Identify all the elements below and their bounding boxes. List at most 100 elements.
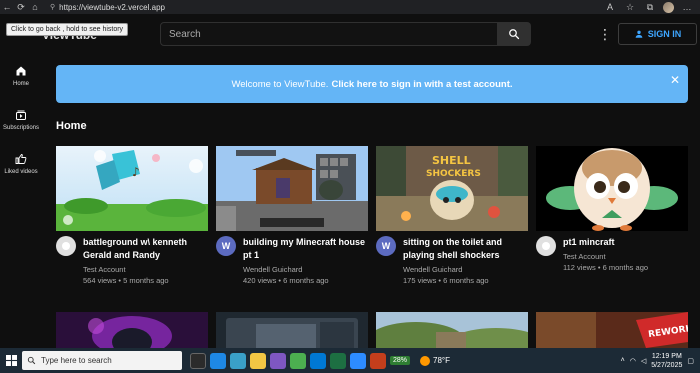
video-thumbnail[interactable] <box>216 312 368 348</box>
svg-text:♪: ♪ <box>132 165 140 179</box>
search-button[interactable] <box>497 22 531 46</box>
more-vert-icon[interactable]: ⋮ <box>598 26 612 43</box>
welcome-banner[interactable]: Welcome to ViewTube. Click here to sign … <box>56 65 688 103</box>
video-card[interactable]: ♪ battleground w\ kenneth Gerald and Ran… <box>56 146 208 285</box>
back-icon[interactable]: ← <box>0 0 14 14</box>
clock-time: 12:19 PM <box>651 352 682 360</box>
wifi-icon[interactable]: ◠ <box>630 357 636 365</box>
sidebar-item-label: Liked videos <box>4 169 38 175</box>
store-icon[interactable] <box>270 352 286 369</box>
video-card[interactable]: SHELL SHOCKERS W sitting on the toilet a… <box>376 146 528 285</box>
video-card[interactable]: W building my Minecraft house pt 1 Wende… <box>216 146 368 285</box>
thumbnail-image <box>376 312 528 348</box>
thumbnail-image <box>216 312 368 348</box>
favorite-star-icon[interactable]: ☆ <box>623 0 637 14</box>
subscriptions-icon <box>16 110 26 120</box>
system-tray: ˄ ◠ ◁ 12:19 PM 5/27/2025 ▢ <box>621 352 700 370</box>
reload-icon[interactable]: ⟳ <box>14 0 28 14</box>
search-icon <box>509 29 520 40</box>
weather-sun-icon <box>420 355 431 366</box>
thumbnail-image <box>216 146 368 231</box>
thumbs-up-icon <box>15 154 27 164</box>
account-icon <box>635 30 643 38</box>
windows-logo-icon <box>5 355 17 366</box>
taskbar-apps: 28% <box>190 352 411 369</box>
video-stats: 420 views • 6 months ago <box>243 276 329 285</box>
task-view-icon[interactable] <box>190 352 206 369</box>
file-explorer-icon[interactable] <box>250 352 266 369</box>
site-info-icon[interactable]: ⚲ <box>50 3 55 11</box>
svg-text:SHOCKERS: SHOCKERS <box>426 169 481 179</box>
windows-start-button[interactable] <box>0 348 22 373</box>
search-input[interactable] <box>169 28 497 40</box>
video-card[interactable]: pt1 mincraft Test Account 112 views • 6 … <box>536 146 688 272</box>
video-title[interactable]: sitting on the toilet and playing shell … <box>403 236 528 262</box>
channel-name[interactable]: Test Account <box>563 252 648 261</box>
main-content: Welcome to ViewTube. Click here to sign … <box>42 54 700 348</box>
more-options-icon[interactable]: … <box>680 0 694 14</box>
thumbnail-image: SHELL SHOCKERS <box>376 146 528 231</box>
channel-name[interactable]: Wendell Guichard <box>403 265 528 274</box>
back-tooltip: Click to go back , hold to see history <box>6 23 129 36</box>
search-box <box>160 22 498 46</box>
edge-icon[interactable] <box>210 352 226 369</box>
thumbnail-image: REWORK <box>536 312 688 348</box>
video-title[interactable]: building my Minecraft house pt 1 <box>243 236 368 262</box>
sidebar-item-subscriptions[interactable]: Subscriptions <box>0 98 42 142</box>
channel-avatar[interactable]: W <box>216 236 236 256</box>
thumbnail-image <box>56 312 208 348</box>
taskbar-search-box[interactable]: Type here to search <box>22 351 182 370</box>
banner-signin-link[interactable]: Click here to sign in with a test accoun… <box>331 79 512 90</box>
video-thumbnail[interactable]: REWORK <box>536 312 688 348</box>
search-icon <box>27 356 36 365</box>
widgets-icon[interactable] <box>230 352 246 369</box>
tray-chevron-icon[interactable]: ˄ <box>621 357 625 364</box>
thumbnail-image <box>536 146 688 231</box>
home-browser-icon[interactable]: ⌂ <box>28 0 42 14</box>
banner-text: Welcome to ViewTube. <box>231 78 329 90</box>
video-stats: 112 views • 6 months ago <box>563 263 649 272</box>
collections-icon[interactable]: ⧉ <box>643 0 657 14</box>
channel-name[interactable]: Test Account <box>83 265 208 274</box>
video-thumbnail[interactable] <box>216 146 368 231</box>
notifications-icon[interactable]: ▢ <box>687 357 694 365</box>
channel-avatar[interactable] <box>56 236 76 256</box>
channel-avatar[interactable]: W <box>376 236 396 256</box>
video-title[interactable]: pt1 mincraft <box>563 236 648 249</box>
sidebar-item-liked-videos[interactable]: Liked videos <box>0 142 42 186</box>
video-thumbnail[interactable] <box>376 312 528 348</box>
mail-icon[interactable] <box>310 352 326 369</box>
sidebar: Home Subscriptions Liked videos <box>0 54 42 348</box>
channel-name[interactable]: Wendell Guichard <box>243 265 368 274</box>
profile-avatar[interactable] <box>663 1 674 13</box>
video-title[interactable]: battleground w\ kenneth Gerald and Randy <box>83 236 208 262</box>
clock[interactable]: 12:19 PM 5/27/2025 <box>651 352 682 370</box>
video-thumbnail[interactable] <box>56 312 208 348</box>
video-stats: 175 views • 6 months ago <box>403 276 489 285</box>
read-aloud-icon[interactable]: A <box>603 0 617 14</box>
chrome-icon[interactable] <box>290 352 306 369</box>
volume-icon[interactable]: ◁ <box>641 357 646 365</box>
thumbnail-image: ♪ <box>56 146 208 231</box>
clock-date: 5/27/2025 <box>651 361 683 369</box>
excel-icon[interactable] <box>330 352 346 369</box>
weather-widget[interactable]: 78°F <box>420 355 450 366</box>
sidebar-item-home[interactable]: Home <box>0 54 42 98</box>
sidebar-item-label: Subscriptions <box>2 125 40 131</box>
address-bar[interactable]: ⚲ https://viewtube-v2.vercel.app <box>50 3 165 12</box>
powerpoint-icon[interactable] <box>370 352 386 369</box>
section-title: Home <box>56 120 87 132</box>
url-text: https://viewtube-v2.vercel.app <box>59 2 165 12</box>
video-thumbnail[interactable]: ♪ <box>56 146 208 231</box>
video-thumbnail[interactable] <box>536 146 688 231</box>
close-icon[interactable]: ✕ <box>670 73 680 87</box>
battery-indicator[interactable]: 28% <box>390 356 411 365</box>
video-thumbnail[interactable]: SHELL SHOCKERS <box>376 146 528 231</box>
weather-temp: 78°F <box>433 356 450 365</box>
sign-in-button[interactable]: SIGN IN <box>618 23 697 45</box>
svg-text:SHELL: SHELL <box>432 154 471 167</box>
zoom-icon[interactable] <box>350 352 366 369</box>
sign-in-label: SIGN IN <box>647 29 682 39</box>
windows-taskbar: Type here to search 28% 78°F ˄ ◠ ◁ 12:19… <box>0 348 700 373</box>
channel-avatar[interactable] <box>536 236 556 256</box>
